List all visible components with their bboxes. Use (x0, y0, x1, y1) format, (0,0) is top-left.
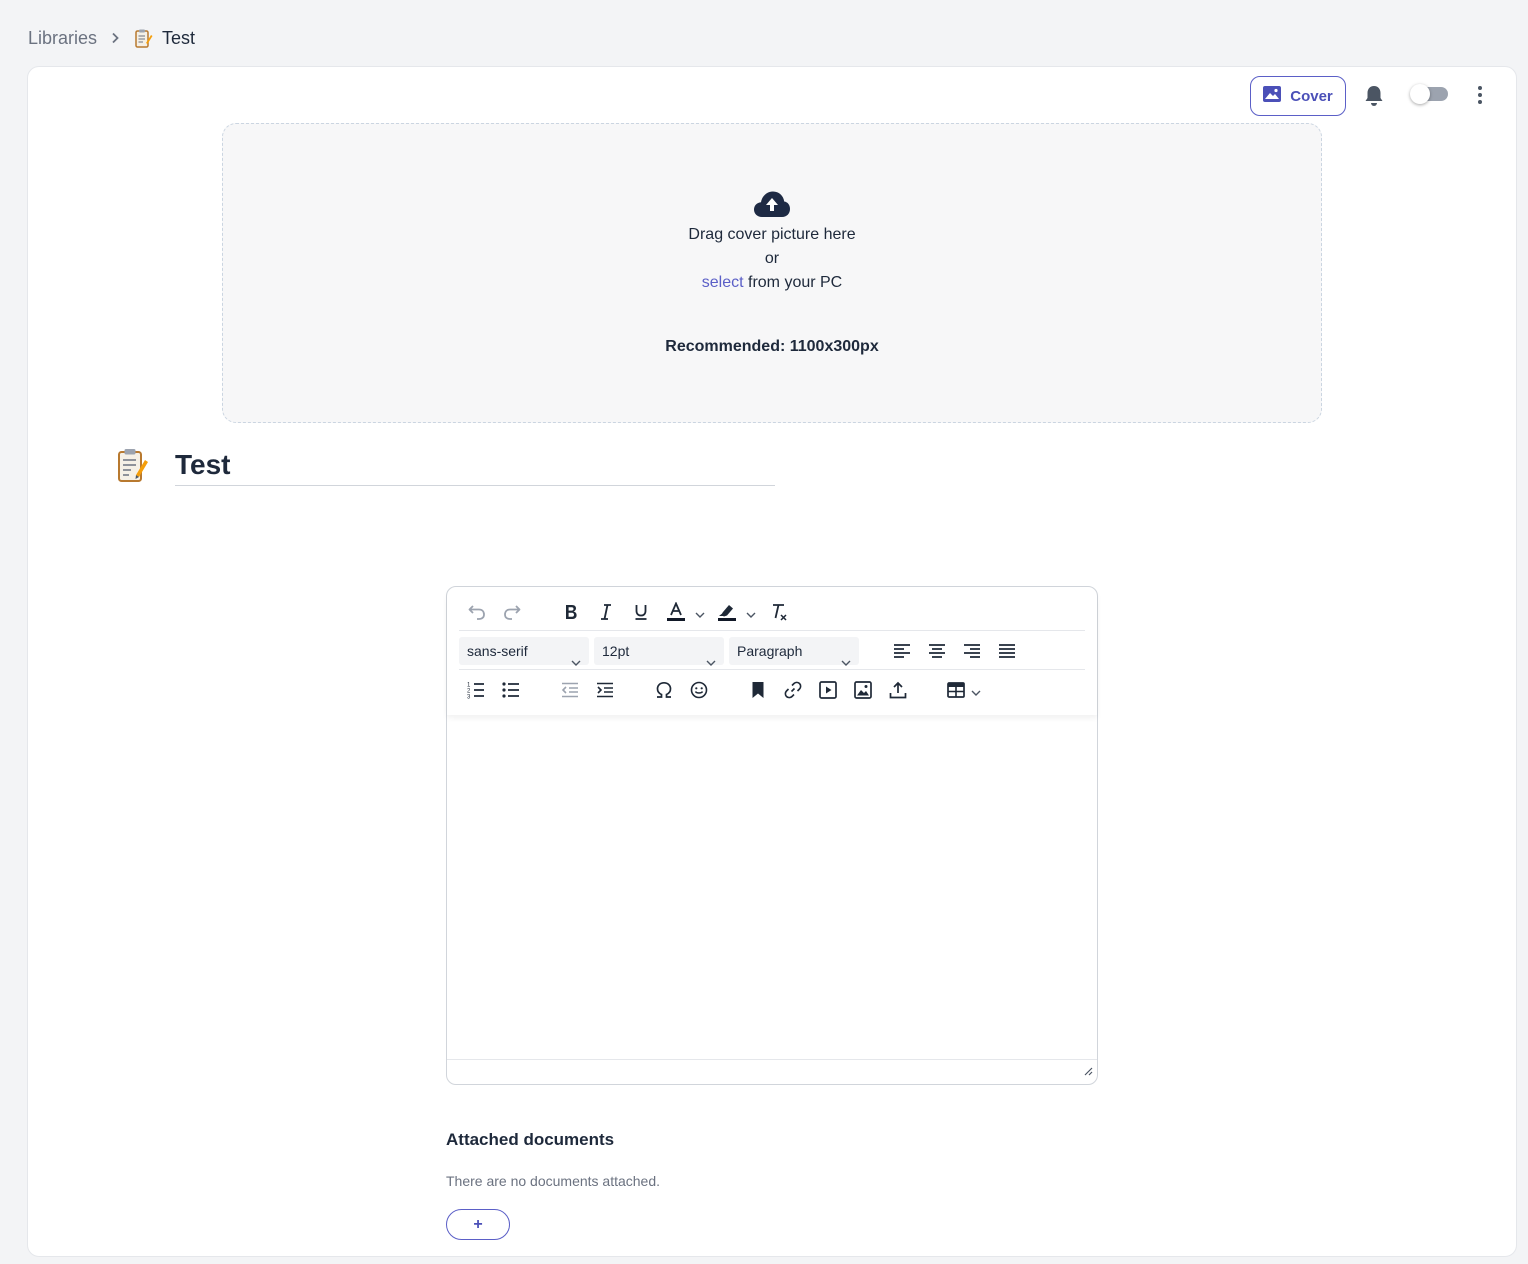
breadcrumb-current-label: Test (162, 27, 196, 48)
cover-button-label: Cover (1290, 87, 1333, 105)
emoji-icon[interactable] (684, 675, 714, 705)
add-document-button[interactable]: + (446, 1209, 510, 1240)
indent-icon[interactable] (590, 675, 620, 705)
block-format-select[interactable]: Paragraph (729, 637, 859, 666)
toggle-knob (1410, 84, 1430, 104)
italic-icon[interactable] (591, 597, 621, 627)
align-right-icon[interactable] (957, 636, 987, 666)
font-size-value: 12pt (602, 643, 630, 659)
chevron-down-icon (571, 648, 581, 666)
cloud-upload-icon (753, 190, 791, 223)
dropzone-recommended-size: Recommended: 1100x300px (665, 338, 879, 355)
chevron-down-icon (706, 648, 716, 666)
underline-icon[interactable] (626, 597, 656, 627)
editor-statusbar (447, 1059, 1097, 1085)
highlight-color-icon[interactable] (712, 597, 742, 627)
image-icon[interactable] (848, 675, 878, 705)
special-character-icon[interactable] (649, 675, 679, 705)
svg-text:3: 3 (467, 695, 471, 700)
link-icon[interactable] (778, 675, 808, 705)
page-icon[interactable] (114, 447, 150, 488)
breadcrumb-libraries-link[interactable]: Libraries (28, 28, 97, 49)
cover-dropzone[interactable]: Drag cover picture here or select from y… (222, 123, 1322, 423)
attached-documents-heading: Attached documents (446, 1130, 615, 1149)
breadcrumb-current: Test (133, 28, 195, 49)
cover-button[interactable]: Cover (1250, 76, 1346, 116)
bell-icon[interactable] (1364, 85, 1384, 107)
font-size-select[interactable]: 12pt (594, 637, 724, 666)
dropzone-or-text: or (764, 250, 780, 267)
align-center-icon[interactable] (922, 636, 952, 666)
attached-documents-empty-text: There are no documents attached. (446, 1173, 661, 1189)
upload-icon[interactable] (883, 675, 913, 705)
align-justify-icon[interactable] (992, 636, 1022, 666)
redo-icon[interactable] (497, 597, 527, 627)
bold-icon[interactable] (556, 597, 586, 627)
chevron-down-icon[interactable] (695, 606, 705, 618)
font-family-select[interactable]: sans-serif (459, 637, 589, 666)
toolbar-row-3: 123 (459, 671, 1085, 709)
visibility-toggle[interactable] (1410, 84, 1450, 104)
toolbar-row-1 (459, 593, 1085, 631)
dropzone-select-line: select from your PC (223, 274, 1321, 292)
chevron-down-icon[interactable] (746, 606, 756, 618)
dropzone-drag-text: Drag cover picture here (688, 226, 856, 243)
outdent-icon[interactable] (555, 675, 585, 705)
chevron-right-icon (110, 32, 120, 44)
numbered-list-icon[interactable]: 123 (461, 675, 491, 705)
undo-icon[interactable] (462, 597, 492, 627)
select-file-link[interactable]: select (702, 274, 744, 291)
clipboard-icon (133, 28, 153, 48)
chevron-down-icon (841, 648, 851, 666)
media-icon[interactable] (813, 675, 843, 705)
rich-text-editor: sans-serif 12pt Paragraph 1 2 3 (446, 586, 1098, 1085)
bookmark-icon[interactable] (743, 675, 773, 705)
block-format-value: Paragraph (737, 643, 803, 659)
image-icon (1263, 86, 1282, 106)
text-color-icon[interactable] (661, 597, 691, 627)
font-family-value: sans-serif (467, 643, 528, 659)
dropzone-from-pc-text: from your PC (743, 274, 843, 291)
bullet-list-icon[interactable] (496, 675, 526, 705)
chevron-down-icon[interactable] (971, 684, 981, 696)
clear-formatting-icon[interactable] (764, 597, 794, 627)
page-card: Cover Drag cover picture here or select … (27, 66, 1517, 1257)
breadcrumb: Libraries Test (28, 27, 195, 49)
align-left-icon[interactable] (887, 636, 917, 666)
more-options-icon[interactable] (1474, 85, 1486, 105)
toolbar-row-2: sans-serif 12pt Paragraph (459, 632, 1085, 670)
table-icon[interactable] (941, 675, 971, 705)
page-title-input[interactable]: Test (175, 445, 775, 486)
resize-handle-icon[interactable] (1083, 1063, 1093, 1081)
